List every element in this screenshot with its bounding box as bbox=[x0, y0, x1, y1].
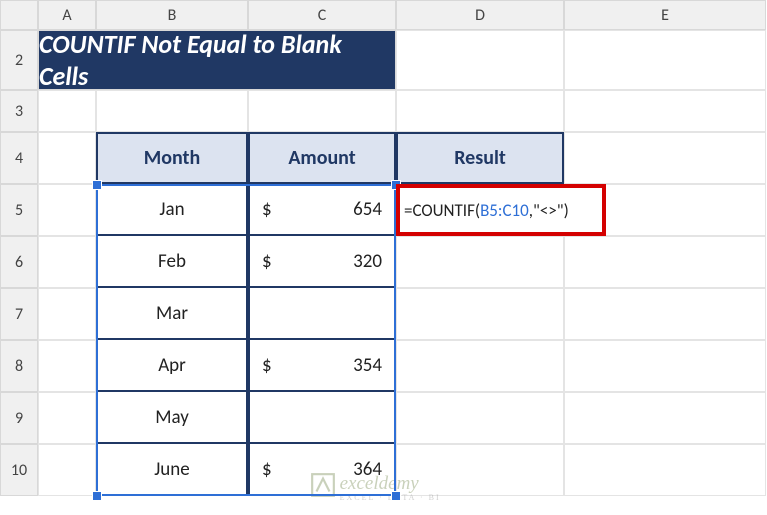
table-header-amount[interactable]: Amount bbox=[248, 132, 396, 184]
selection-handle-bl[interactable] bbox=[92, 491, 102, 501]
cell-E2[interactable] bbox=[564, 30, 766, 90]
formula-cell-D5[interactable]: =COUNTIF(B5:C10,"<>") bbox=[396, 184, 606, 236]
cell-A7[interactable] bbox=[38, 288, 96, 340]
col-header-C[interactable]: C bbox=[248, 0, 396, 30]
cell-E9[interactable] bbox=[564, 392, 766, 444]
cell-amount-feb[interactable]: $ 320 bbox=[248, 236, 396, 288]
currency-symbol: $ bbox=[262, 250, 272, 273]
amount-value: 654 bbox=[353, 198, 382, 221]
currency-symbol: $ bbox=[262, 458, 272, 481]
table-header-result[interactable]: Result bbox=[396, 132, 564, 184]
row-header-2[interactable]: 2 bbox=[0, 30, 38, 90]
title-banner: COUNTIF Not Equal to Blank Cells bbox=[38, 30, 396, 90]
cell-month-mar[interactable]: Mar bbox=[96, 288, 248, 340]
formula-range: B5:C10 bbox=[480, 200, 529, 221]
cell-D2[interactable] bbox=[396, 30, 564, 90]
cell-D8[interactable] bbox=[396, 340, 564, 392]
cell-C3[interactable] bbox=[248, 90, 396, 132]
cell-A4[interactable] bbox=[38, 132, 96, 184]
cell-D3[interactable] bbox=[396, 90, 564, 132]
cell-A5[interactable] bbox=[38, 184, 96, 236]
cell-month-feb[interactable]: Feb bbox=[96, 236, 248, 288]
cell-month-jan[interactable]: Jan bbox=[96, 184, 248, 236]
amount-value: 364 bbox=[353, 458, 382, 481]
cell-A6[interactable] bbox=[38, 236, 96, 288]
cell-E3[interactable] bbox=[564, 90, 766, 132]
cell-E7[interactable] bbox=[564, 288, 766, 340]
cell-amount-mar[interactable] bbox=[248, 288, 396, 340]
spreadsheet-grid: A B C D E 2 COUNTIF Not Equal to Blank C… bbox=[0, 0, 767, 496]
cell-A9[interactable] bbox=[38, 392, 96, 444]
row-header-9[interactable]: 9 bbox=[0, 392, 38, 444]
amount-value: 320 bbox=[353, 250, 382, 273]
formula-suffix: ,"<>") bbox=[529, 200, 569, 221]
cell-amount-jan[interactable]: $ 654 bbox=[248, 184, 396, 236]
row-header-10[interactable]: 10 bbox=[0, 444, 38, 496]
cell-month-june[interactable]: June bbox=[96, 444, 248, 496]
cell-A3[interactable] bbox=[38, 90, 96, 132]
cell-D9[interactable] bbox=[396, 392, 564, 444]
row-header-7[interactable]: 7 bbox=[0, 288, 38, 340]
formula-prefix: =COUNTIF( bbox=[404, 200, 480, 221]
cell-E8[interactable] bbox=[564, 340, 766, 392]
row-header-3[interactable]: 3 bbox=[0, 90, 38, 132]
col-header-A[interactable]: A bbox=[38, 0, 96, 30]
cell-B3[interactable] bbox=[96, 90, 248, 132]
amount-value: 354 bbox=[353, 354, 382, 377]
cell-month-may[interactable]: May bbox=[96, 392, 248, 444]
selection-handle-br[interactable] bbox=[391, 491, 401, 501]
row-header-4[interactable]: 4 bbox=[0, 132, 38, 184]
cell-E4[interactable] bbox=[564, 132, 766, 184]
cell-amount-apr[interactable]: $ 354 bbox=[248, 340, 396, 392]
cell-amount-may[interactable] bbox=[248, 392, 396, 444]
cell-D10[interactable] bbox=[396, 444, 564, 496]
selection-handle-tl[interactable] bbox=[92, 180, 102, 190]
row-header-5[interactable]: 5 bbox=[0, 184, 38, 236]
row-header-8[interactable]: 8 bbox=[0, 340, 38, 392]
cell-D6[interactable] bbox=[396, 236, 564, 288]
cell-amount-june[interactable]: $ 364 bbox=[248, 444, 396, 496]
select-all-corner[interactable] bbox=[0, 0, 38, 30]
table-header-month[interactable]: Month bbox=[96, 132, 248, 184]
col-header-E[interactable]: E bbox=[564, 0, 766, 30]
cell-E10[interactable] bbox=[564, 444, 766, 496]
cell-D7[interactable] bbox=[396, 288, 564, 340]
col-header-D[interactable]: D bbox=[396, 0, 564, 30]
col-header-B[interactable]: B bbox=[96, 0, 248, 30]
cell-A10[interactable] bbox=[38, 444, 96, 496]
cell-month-apr[interactable]: Apr bbox=[96, 340, 248, 392]
row-header-6[interactable]: 6 bbox=[0, 236, 38, 288]
cell-A8[interactable] bbox=[38, 340, 96, 392]
currency-symbol: $ bbox=[262, 354, 272, 377]
cell-E6[interactable] bbox=[564, 236, 766, 288]
currency-symbol: $ bbox=[262, 198, 272, 221]
